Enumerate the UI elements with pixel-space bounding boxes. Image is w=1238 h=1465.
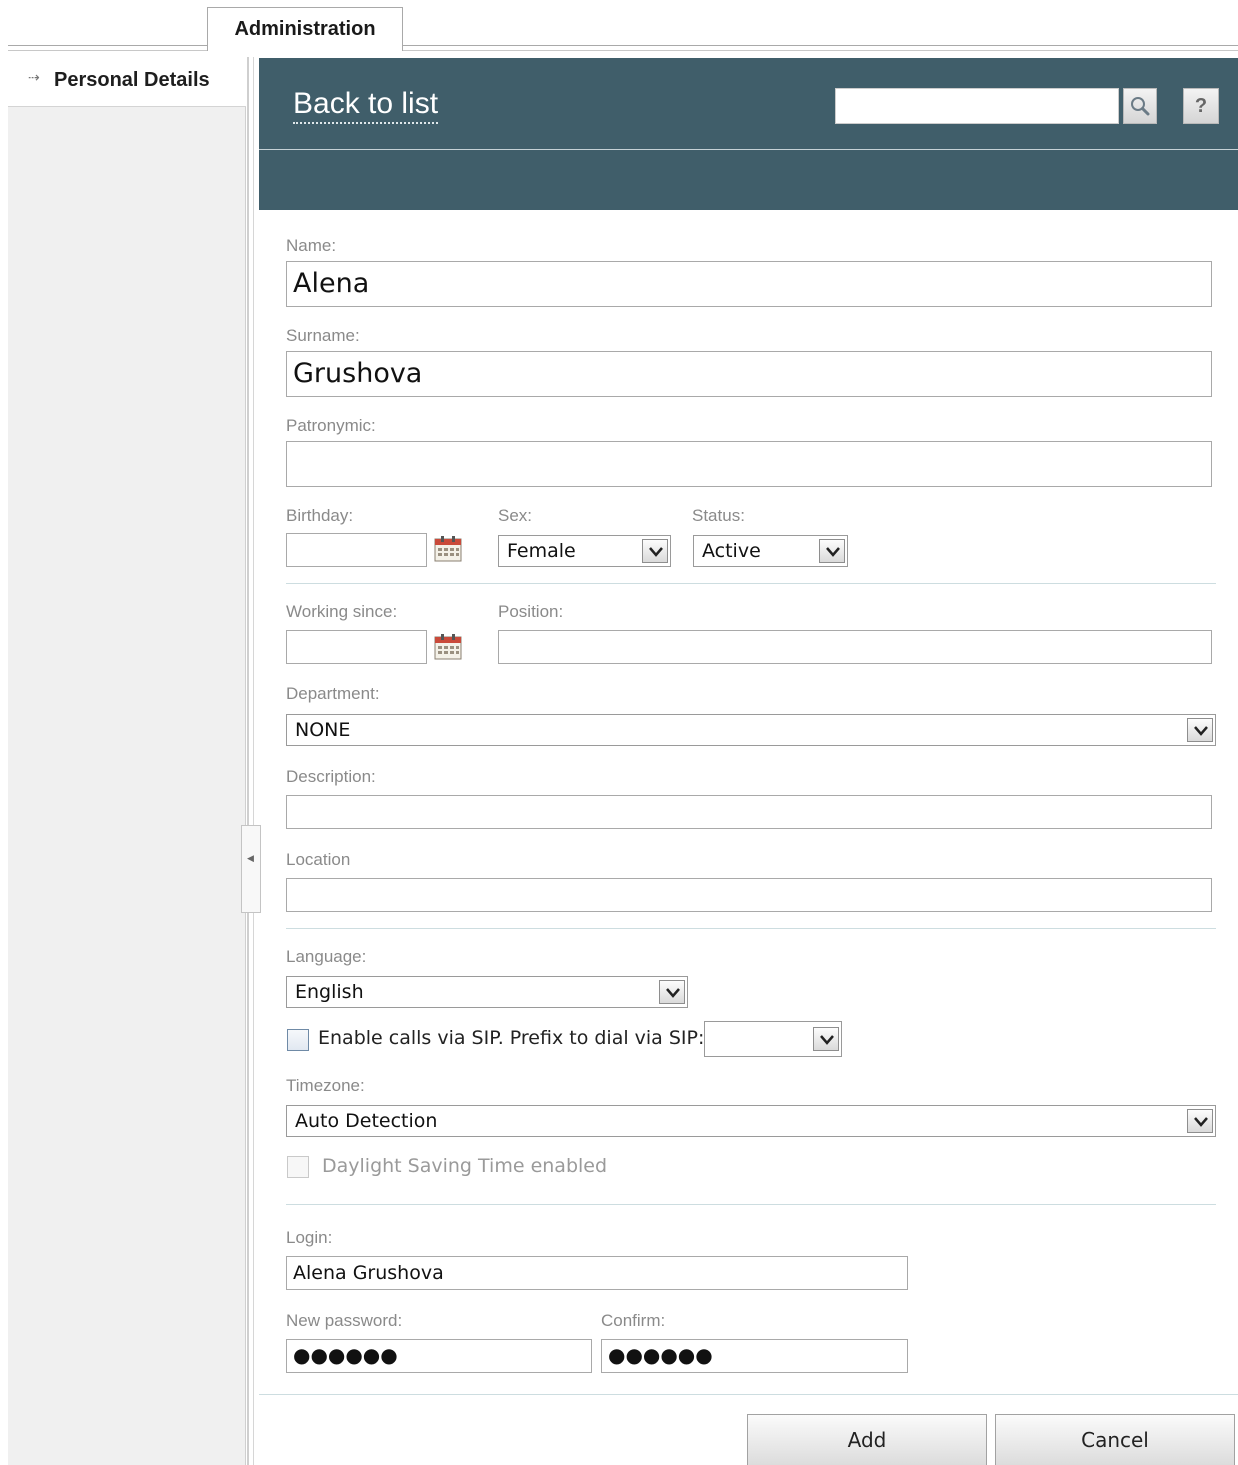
sidebar-item-personal-details[interactable]: ⇢ Personal Details <box>8 57 246 107</box>
calendar-icon[interactable] <box>434 536 462 562</box>
chevron-down-icon[interactable] <box>642 539 668 563</box>
department-select-value: NONE <box>295 719 351 741</box>
chevron-down-icon[interactable] <box>819 539 845 563</box>
login-field[interactable]: Alena Grushova <box>286 1256 908 1290</box>
name-label: Name: <box>286 236 337 255</box>
department-select[interactable]: NONE <box>286 714 1216 746</box>
confirm-password-field[interactable]: ●●●●●● <box>601 1339 908 1373</box>
working-since-field[interactable] <box>286 630 427 664</box>
language-select[interactable]: English <box>286 976 688 1008</box>
chevron-down-icon[interactable] <box>813 1027 839 1051</box>
add-button[interactable]: Add <box>747 1414 987 1465</box>
new-password-label: New password: <box>286 1311 403 1330</box>
position-field[interactable] <box>498 630 1212 664</box>
surname-field[interactable]: Grushova <box>286 351 1212 397</box>
name-field[interactable]: Alena <box>286 261 1212 307</box>
sex-select[interactable]: Female <box>498 535 671 567</box>
timezone-select[interactable]: Auto Detection <box>286 1105 1216 1137</box>
status-label: Status: <box>692 506 745 525</box>
search-button[interactable] <box>1123 88 1157 124</box>
search-icon <box>1131 97 1150 116</box>
chevron-down-icon[interactable] <box>659 980 685 1004</box>
position-label: Position: <box>498 602 564 621</box>
back-to-list-link[interactable]: Back to list <box>293 86 439 124</box>
sidebar: ⇢ Personal Details <box>8 57 246 1465</box>
sex-select-value: Female <box>507 540 576 562</box>
section-divider <box>286 583 1216 584</box>
tab-strip-line <box>8 45 1238 51</box>
panel-divider <box>247 57 249 1465</box>
language-label: Language: <box>286 947 367 966</box>
chevron-down-icon[interactable] <box>1187 718 1213 742</box>
dst-label: Daylight Saving Time enabled <box>322 1155 608 1177</box>
cancel-button[interactable]: Cancel <box>995 1414 1235 1465</box>
status-select-value: Active <box>702 540 761 562</box>
location-label: Location <box>286 850 351 869</box>
description-label: Description: <box>286 767 376 786</box>
sip-label: Enable calls via SIP. Prefix to dial via… <box>318 1027 705 1049</box>
sip-checkbox[interactable] <box>287 1029 309 1051</box>
chevron-down-icon[interactable] <box>1187 1109 1213 1133</box>
birthday-label: Birthday: <box>286 506 354 525</box>
confirm-label: Confirm: <box>601 1311 666 1330</box>
page-header: Back to list ? <box>259 58 1238 210</box>
sex-label: Sex: <box>498 506 533 525</box>
collapse-left-icon: ◀ <box>247 854 254 864</box>
help-button[interactable]: ? <box>1183 88 1219 124</box>
search-input[interactable] <box>835 88 1119 124</box>
footer-divider <box>259 1394 1238 1395</box>
sidebar-item-label: Personal Details <box>54 69 210 91</box>
patronymic-label: Patronymic: <box>286 416 376 435</box>
patronymic-field[interactable] <box>286 441 1212 487</box>
section-divider <box>286 1204 1216 1205</box>
panel-divider-inner <box>253 57 254 1465</box>
timezone-label: Timezone: <box>286 1076 365 1095</box>
birthday-field[interactable] <box>286 533 427 567</box>
working-since-label: Working since: <box>286 602 398 621</box>
status-select[interactable]: Active <box>693 535 848 567</box>
sidebar-collapse-handle[interactable]: ◀ <box>241 825 261 913</box>
language-select-value: English <box>295 981 364 1003</box>
login-label: Login: <box>286 1228 333 1247</box>
timezone-select-value: Auto Detection <box>295 1110 438 1132</box>
calendar-icon[interactable] <box>434 634 462 660</box>
department-label: Department: <box>286 684 380 703</box>
arrow-right-icon: ⇢ <box>28 70 40 86</box>
surname-label: Surname: <box>286 326 360 345</box>
sip-prefix-select[interactable] <box>704 1021 842 1057</box>
header-separator <box>259 149 1238 150</box>
dst-checkbox <box>287 1156 309 1178</box>
location-field[interactable] <box>286 878 1212 912</box>
new-password-field[interactable]: ●●●●●● <box>286 1339 592 1373</box>
tab-administration[interactable]: Administration <box>207 7 403 51</box>
section-divider <box>286 928 1216 929</box>
description-field[interactable] <box>286 795 1212 829</box>
